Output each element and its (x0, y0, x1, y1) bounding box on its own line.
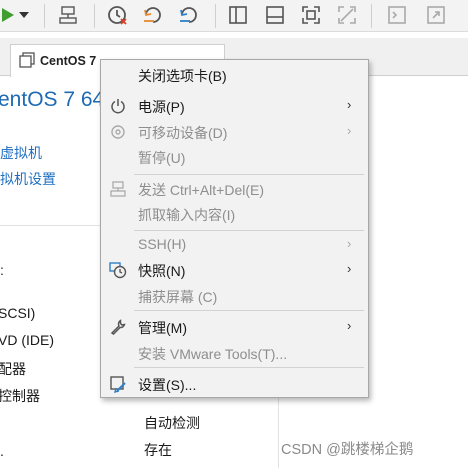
toolbar (0, 0, 468, 32)
menu-item-pause[interactable]: 暂停(U) (101, 144, 368, 169)
stretch-icon[interactable] (424, 2, 448, 28)
snapshot-icon[interactable] (104, 2, 130, 28)
power-on-vm-link[interactable]: 虚拟机 (0, 143, 42, 163)
submenu-arrow-icon: › (347, 318, 352, 333)
power-icon (108, 96, 128, 116)
menu-item-label: 管理(M) (138, 320, 187, 336)
menu-separator (134, 230, 364, 231)
device-value-auto-detect: 自动检测 (144, 415, 200, 431)
context-menu: 关闭选项卡(B) 电源(P) › 可移动设备(D) › 暂停(U) 发送 Ctr… (100, 59, 369, 398)
removable-device-icon (108, 122, 128, 142)
dropdown-arrow-icon[interactable] (17, 2, 31, 28)
menu-item-label: 安装 VMware Tools(T)... (138, 346, 288, 362)
unity-icon[interactable] (335, 2, 359, 28)
device-usb-controller[interactable]: 控制器 (0, 386, 40, 406)
menu-item-label: 捕获屏幕 (C) (138, 289, 218, 305)
settings-icon (108, 374, 128, 394)
device-hard-disk[interactable]: SCSI) (0, 305, 35, 321)
console-view-icon[interactable] (385, 2, 409, 28)
revert-snapshot-icon[interactable] (140, 2, 166, 28)
tab-title: CentOS 7 (40, 54, 97, 68)
menu-item-label: 发送 Ctrl+Alt+Del(E) (138, 182, 265, 198)
menu-separator (134, 174, 364, 175)
device-cd-dvd[interactable]: VD (IDE) (0, 332, 54, 348)
menu-item-grab-input[interactable]: 抓取输入内容(I) (101, 201, 368, 226)
library-icon[interactable] (226, 2, 250, 28)
menu-separator (134, 367, 364, 368)
menu-item-manage[interactable]: 管理(M) › (101, 314, 368, 339)
full-screen-icon[interactable] (299, 2, 323, 28)
snapshot-manager-icon[interactable] (176, 2, 202, 28)
edit-vm-settings-link[interactable]: 拟机设置 (0, 169, 56, 189)
watermark: CSDN @跳楼梯企鹅 (281, 442, 414, 458)
menu-item-label: 可移动设备(D) (138, 125, 228, 141)
menu-item-capture-screen[interactable]: 捕获屏幕 (C) (101, 283, 368, 308)
menu-item-removable-devices[interactable]: 可移动设备(D) › (101, 119, 368, 144)
menu-item-label: 暂停(U) (138, 150, 186, 166)
submenu-arrow-icon: › (347, 123, 352, 138)
menu-item-install-vmware-tools[interactable]: 安装 VMware Tools(T)... (101, 340, 368, 365)
menu-item-label: 设置(S)... (138, 377, 197, 393)
menu-item-power[interactable]: 电源(P) › (101, 93, 368, 118)
submenu-arrow-icon: › (347, 261, 352, 276)
menu-item-settings[interactable]: 设置(S)... (101, 371, 368, 396)
device-network-adapter[interactable]: 配器 (0, 359, 26, 379)
toolbar-separator (215, 4, 216, 28)
device-value-present: 存在 (144, 442, 172, 458)
snapshot-icon (108, 260, 128, 280)
toolbar-separator (44, 4, 45, 28)
toolbar-separator (371, 4, 372, 28)
menu-item-close-tab[interactable]: 关闭选项卡(B) (101, 62, 368, 87)
menu-item-ssh[interactable]: SSH(H) › (101, 232, 368, 257)
vm-title: entOS 7 64 (0, 88, 105, 111)
submenu-arrow-icon: › (347, 236, 352, 251)
wrench-icon (108, 317, 128, 337)
toolbar-separator (94, 4, 95, 28)
vm-tab-icon (19, 51, 35, 71)
thumbnail-icon[interactable] (263, 2, 287, 28)
menu-item-label: SSH(H) (138, 236, 187, 252)
menu-item-label: 快照(N) (138, 263, 186, 279)
send-keys-icon (108, 179, 128, 199)
menu-item-send-ctrl-alt-del[interactable]: 发送 Ctrl+Alt+Del(E) (101, 176, 368, 201)
device-marker: . (0, 443, 4, 459)
menu-item-label: 电源(P) (138, 99, 185, 115)
menu-item-label: 关闭选项卡(B) (138, 68, 227, 84)
menu-item-snapshot[interactable]: 快照(N) › (101, 257, 368, 282)
submenu-arrow-icon: › (347, 97, 352, 112)
send-ctrl-alt-del-icon[interactable] (56, 2, 80, 28)
power-on-icon[interactable] (0, 2, 18, 28)
menu-item-label: 抓取输入内容(I) (138, 207, 236, 223)
device-marker: : (0, 262, 4, 278)
menu-separator (134, 310, 364, 311)
